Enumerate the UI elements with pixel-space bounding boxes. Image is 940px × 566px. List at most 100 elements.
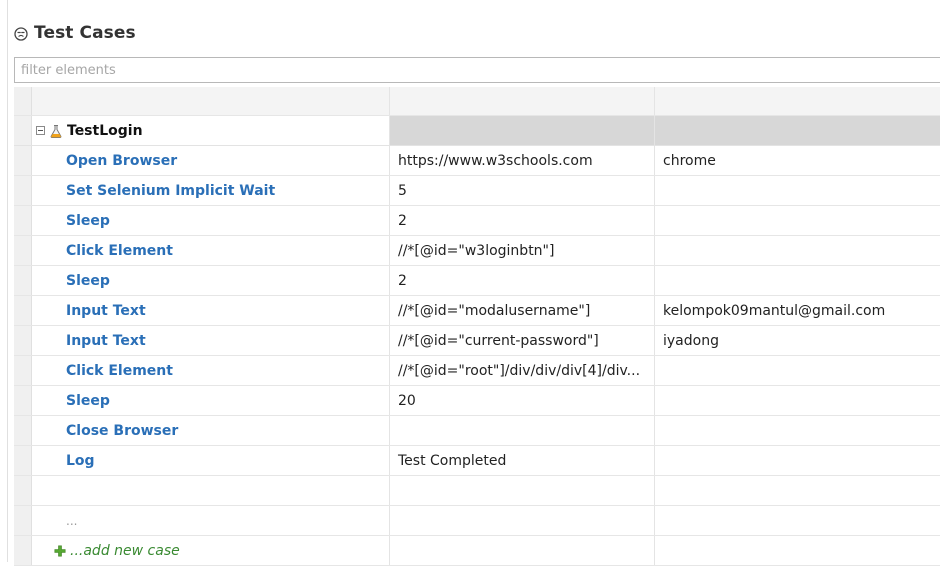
keyword-cell[interactable]: Log [32, 446, 390, 475]
test-case-grid: TestLogin Open Browser https://www.w3sch… [14, 87, 940, 566]
step-row[interactable]: Sleep 2 [14, 266, 940, 296]
step-row[interactable]: Set Selenium Implicit Wait 5 [14, 176, 940, 206]
row-header-corner [14, 87, 32, 115]
keyword-name[interactable]: Click Element [66, 243, 173, 259]
test-case-row[interactable]: TestLogin [14, 116, 940, 146]
argument-1-cell[interactable]: //*[@id="w3loginbtn"] [390, 236, 655, 265]
keyword-name[interactable]: Sleep [66, 213, 110, 229]
step-row[interactable]: Input Text //*[@id="modalusername"] kelo… [14, 296, 940, 326]
add-new-case-link[interactable]: ...add new case [70, 543, 180, 559]
argument-2-cell[interactable] [655, 236, 940, 265]
keyword-name[interactable]: Sleep [66, 393, 110, 409]
argument-1-cell[interactable]: https://www.w3schools.com [390, 146, 655, 175]
test-cases-icon [14, 26, 28, 41]
row-header [14, 176, 32, 205]
row-header [14, 326, 32, 355]
column-header-row [14, 87, 940, 116]
keyword-cell[interactable]: Input Text [32, 296, 390, 325]
row-header [14, 146, 32, 175]
row-header [14, 416, 32, 445]
step-row[interactable]: Sleep 20 [14, 386, 940, 416]
keyword-cell[interactable]: Open Browser [32, 146, 390, 175]
keyword-name[interactable]: Click Element [66, 363, 173, 379]
argument-2-cell[interactable]: iyadong [655, 326, 940, 355]
step-row[interactable]: Open Browser https://www.w3schools.com c… [14, 146, 940, 176]
row-header [14, 296, 32, 325]
step-row[interactable]: Click Element //*[@id="root"]/div/div/di… [14, 356, 940, 386]
argument-1-cell[interactable]: //*[@id="modalusername"] [390, 296, 655, 325]
argument-2-cell[interactable]: kelompok09mantul@gmail.com [655, 296, 940, 325]
column-header-3[interactable] [655, 87, 940, 115]
ellipsis-text: ... [66, 513, 78, 528]
argument-1-cell[interactable] [390, 416, 655, 445]
argument-2-cell[interactable] [655, 176, 940, 205]
add-case-cell[interactable]: ...add new case [32, 536, 390, 565]
column-header-2[interactable] [390, 87, 655, 115]
empty-cell[interactable] [32, 476, 390, 505]
row-header [14, 536, 32, 565]
argument-2-cell[interactable] [655, 206, 940, 235]
keyword-cell[interactable]: Click Element [32, 356, 390, 385]
empty-cell[interactable] [390, 476, 655, 505]
test-case-cell-2[interactable] [390, 116, 655, 145]
argument-2-cell[interactable] [655, 416, 940, 445]
argument-2-cell[interactable] [655, 356, 940, 385]
argument-2-cell[interactable] [655, 386, 940, 415]
keyword-cell[interactable]: Close Browser [32, 416, 390, 445]
keyword-cell[interactable]: Sleep [32, 206, 390, 235]
empty-cell[interactable] [390, 536, 655, 565]
step-row[interactable]: Log Test Completed [14, 446, 940, 476]
row-header [14, 206, 32, 235]
argument-1-cell[interactable]: //*[@id="current-password"] [390, 326, 655, 355]
test-case-name-cell[interactable]: TestLogin [32, 116, 390, 145]
collapse-toggle-icon[interactable] [36, 126, 45, 135]
row-header [14, 356, 32, 385]
argument-1-cell[interactable]: 5 [390, 176, 655, 205]
argument-1-cell[interactable]: 2 [390, 266, 655, 295]
step-row[interactable]: Click Element //*[@id="w3loginbtn"] [14, 236, 940, 266]
keyword-name[interactable]: Sleep [66, 273, 110, 289]
row-header [14, 116, 32, 145]
keyword-cell[interactable]: Click Element [32, 236, 390, 265]
keyword-cell[interactable]: Sleep [32, 386, 390, 415]
test-case-cell-3[interactable] [655, 116, 940, 145]
filter-input[interactable] [14, 57, 940, 83]
row-header [14, 236, 32, 265]
test-case-name: TestLogin [67, 122, 143, 139]
keyword-cell[interactable]: Set Selenium Implicit Wait [32, 176, 390, 205]
keyword-name[interactable]: Input Text [66, 333, 146, 349]
keyword-name[interactable]: Close Browser [66, 423, 178, 439]
argument-1-cell[interactable]: 2 [390, 206, 655, 235]
keyword-name[interactable]: Input Text [66, 303, 146, 319]
argument-2-cell[interactable] [655, 446, 940, 475]
argument-2-cell[interactable] [655, 266, 940, 295]
ellipsis-cell[interactable]: ... [32, 506, 390, 535]
empty-cell[interactable] [655, 476, 940, 505]
green-plus-icon[interactable] [54, 545, 66, 557]
step-row[interactable]: Input Text //*[@id="current-password"] i… [14, 326, 940, 356]
empty-cell[interactable] [390, 506, 655, 535]
argument-1-cell[interactable]: //*[@id="root"]/div/div/div[4]/div... [390, 356, 655, 385]
row-header [14, 506, 32, 535]
empty-cell[interactable] [655, 506, 940, 535]
empty-cell[interactable] [655, 536, 940, 565]
keyword-cell[interactable]: Sleep [32, 266, 390, 295]
keyword-name[interactable]: Set Selenium Implicit Wait [66, 183, 275, 199]
keyword-name[interactable]: Log [66, 453, 95, 469]
ellipsis-row[interactable]: ... [14, 506, 940, 536]
argument-1-cell[interactable]: 20 [390, 386, 655, 415]
keyword-cell[interactable]: Input Text [32, 326, 390, 355]
keyword-name[interactable]: Open Browser [66, 153, 177, 169]
row-header [14, 476, 32, 505]
panel-title: Test Cases [34, 23, 136, 43]
row-header [14, 266, 32, 295]
column-header-1[interactable] [32, 87, 390, 115]
step-row[interactable]: Sleep 2 [14, 206, 940, 236]
panel-header: Test Cases [14, 21, 136, 45]
left-border [7, 0, 8, 562]
row-header [14, 446, 32, 475]
argument-2-cell[interactable]: chrome [655, 146, 940, 175]
step-row[interactable]: Close Browser [14, 416, 940, 446]
argument-1-cell[interactable]: Test Completed [390, 446, 655, 475]
empty-row[interactable] [14, 476, 940, 506]
